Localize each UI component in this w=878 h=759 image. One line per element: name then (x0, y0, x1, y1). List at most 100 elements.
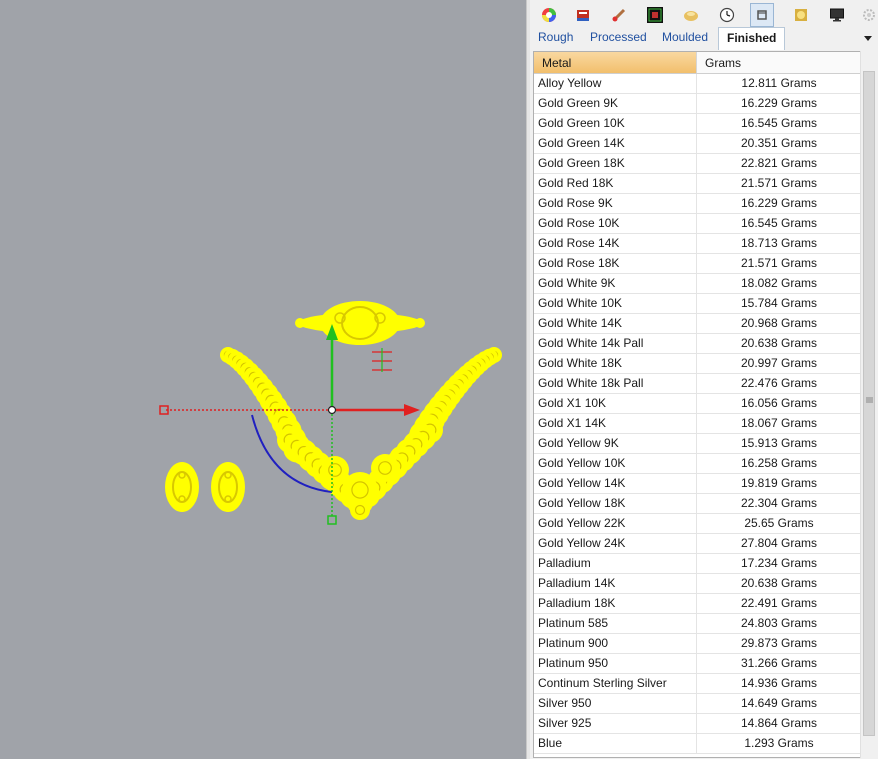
metal-cell: Gold White 18K (534, 354, 697, 373)
metal-cell: Gold Rose 18K (534, 254, 697, 273)
table-row[interactable]: Palladium 17.234 Grams (534, 554, 861, 574)
viewport-canvas[interactable] (0, 0, 526, 759)
gumball-center[interactable] (327, 405, 337, 415)
grams-cell: 18.067 Grams (740, 416, 818, 430)
table-row[interactable]: Continum Sterling Silver 14.936 Grams (534, 674, 861, 694)
table-row[interactable]: Gold Yellow 22K 25.65 Grams (534, 514, 861, 534)
book-icon[interactable] (572, 4, 594, 26)
column-header-grams[interactable]: Grams (697, 52, 861, 74)
grams-cell: 22.304 Grams (740, 496, 818, 510)
metal-weights-table: Metal Grams Alloy Yellow 12.811 Grams Gold… (533, 51, 862, 758)
table-row[interactable]: Gold White 9K 18.082 Grams (534, 274, 861, 294)
metal-cell: Palladium (534, 554, 697, 573)
metal-cell: Gold Rose 10K (534, 214, 697, 233)
color-wheel-icon[interactable] (538, 4, 560, 26)
chevron-down-icon[interactable] (862, 31, 874, 43)
tab-rough[interactable]: Rough (530, 27, 581, 48)
table-body: Alloy Yellow 12.811 Grams Gold Green 9K 16.… (534, 74, 861, 754)
brush-icon[interactable] (608, 4, 630, 26)
tab-finished[interactable]: Finished (718, 27, 786, 50)
table-row[interactable]: Platinum 950 31.266 Grams (534, 654, 861, 674)
table-row[interactable]: Silver 925 14.864 Grams (534, 714, 861, 734)
scrollbar-thumb[interactable] (863, 71, 875, 736)
table-row[interactable]: Gold Rose 14K 18.713 Grams (534, 234, 861, 254)
metal-cell: Gold Yellow 18K (534, 494, 697, 513)
grams-cell: 20.968 Grams (740, 316, 818, 330)
gumball-plane-handle[interactable] (372, 348, 392, 372)
grams-cell: 16.258 Grams (740, 456, 818, 470)
table-row[interactable]: Gold White 14k Pall 20.638 Grams (534, 334, 861, 354)
metal-cell: Gold Green 10K (534, 114, 697, 133)
grams-cell: 16.545 Grams (740, 216, 818, 230)
metal-cell: Palladium 18K (534, 594, 697, 613)
grams-cell: 21.571 Grams (740, 256, 818, 270)
stone-icon[interactable] (680, 4, 702, 26)
metal-cell: Gold Yellow 10K (534, 454, 697, 473)
metal-cell: Gold White 9K (534, 274, 697, 293)
table-row[interactable]: Gold White 18k Pall 22.476 Grams (534, 374, 861, 394)
grams-cell: 16.545 Grams (740, 116, 818, 130)
metal-cell: Platinum 900 (534, 634, 697, 653)
table-row[interactable]: Gold Rose 18K 21.571 Grams (534, 254, 861, 274)
table-row[interactable]: Gold X1 10K 16.056 Grams (534, 394, 861, 414)
table-row[interactable]: Gold Red 18K 21.571 Grams (534, 174, 861, 194)
table-row[interactable]: Gold Green 18K 22.821 Grams (534, 154, 861, 174)
table-row[interactable]: Gold Green 14K 20.351 Grams (534, 134, 861, 154)
table-row[interactable]: Gold Yellow 10K 16.258 Grams (534, 454, 861, 474)
table-row[interactable]: Blue 1.293 Grams (534, 734, 861, 754)
grams-cell: 29.873 Grams (740, 636, 818, 650)
table-row[interactable]: Gold Green 10K 16.545 Grams (534, 114, 861, 134)
table-row[interactable]: Gold White 18K 20.997 Grams (534, 354, 861, 374)
grams-cell: 22.821 Grams (740, 156, 818, 170)
metal-cell: Gold Rose 14K (534, 234, 697, 253)
metal-cell: Gold Yellow 14K (534, 474, 697, 493)
panel-toolbar (530, 0, 878, 28)
3d-viewport[interactable] (0, 0, 526, 759)
grams-cell: 1.293 Grams (744, 736, 814, 750)
gumball-y-scale-handle[interactable] (327, 515, 337, 525)
gear-icon[interactable] (858, 4, 878, 26)
monitor-icon[interactable] (826, 4, 848, 26)
table-row[interactable]: Gold Yellow 9K 15.913 Grams (534, 434, 861, 454)
table-row[interactable]: Palladium 18K 22.491 Grams (534, 594, 861, 614)
grams-cell: 14.649 Grams (740, 696, 818, 710)
table-row[interactable]: Gold Yellow 14K 19.819 Grams (534, 474, 861, 494)
table-row[interactable]: Gold Yellow 18K 22.304 Grams (534, 494, 861, 514)
table-row[interactable]: Platinum 585 24.803 Grams (534, 614, 861, 634)
table-scrollbar[interactable] (860, 51, 878, 758)
tab-processed[interactable]: Processed (582, 27, 655, 48)
metal-cell: Platinum 585 (534, 614, 697, 633)
table-row[interactable]: Silver 950 14.649 Grams (534, 694, 861, 714)
material-icon[interactable] (790, 4, 812, 26)
necklace-body[interactable] (220, 347, 502, 520)
grams-cell: 16.056 Grams (740, 396, 818, 410)
table-row[interactable]: Gold Yellow 24K 27.804 Grams (534, 534, 861, 554)
pendant-ornament[interactable] (295, 301, 425, 345)
column-header-metal[interactable]: Metal (534, 52, 697, 74)
ring-icon[interactable] (750, 3, 774, 27)
grams-cell: 24.803 Grams (740, 616, 818, 630)
metal-cell: Platinum 950 (534, 654, 697, 673)
rg-logo-icon[interactable] (644, 4, 666, 26)
metal-cell: Gold Green 14K (534, 134, 697, 153)
grams-cell: 22.476 Grams (740, 376, 818, 390)
earring-left[interactable] (165, 462, 199, 512)
table-row[interactable]: Gold Green 9K 16.229 Grams (534, 94, 861, 114)
tab-moulded[interactable]: Moulded (654, 27, 716, 48)
table-row[interactable]: Gold White 14K 20.968 Grams (534, 314, 861, 334)
table-row[interactable]: Alloy Yellow 12.811 Grams (534, 74, 861, 94)
metal-cell: Gold White 18k Pall (534, 374, 697, 393)
table-row[interactable]: Gold Rose 9K 16.229 Grams (534, 194, 861, 214)
table-row[interactable]: Gold White 10K 15.784 Grams (534, 294, 861, 314)
table-row[interactable]: Platinum 900 29.873 Grams (534, 634, 861, 654)
earring-right[interactable] (211, 462, 245, 512)
clock-icon[interactable] (716, 4, 738, 26)
grams-cell: 20.997 Grams (740, 356, 818, 370)
table-row[interactable]: Gold X1 14K 18.067 Grams (534, 414, 861, 434)
table-row[interactable]: Palladium 14K 20.638 Grams (534, 574, 861, 594)
gumball-x-arrow-head[interactable] (404, 404, 420, 416)
grams-cell: 14.864 Grams (740, 716, 818, 730)
table-row[interactable]: Gold Rose 10K 16.545 Grams (534, 214, 861, 234)
metal-cell: Continum Sterling Silver (534, 674, 697, 693)
metal-cell: Blue (534, 734, 697, 753)
